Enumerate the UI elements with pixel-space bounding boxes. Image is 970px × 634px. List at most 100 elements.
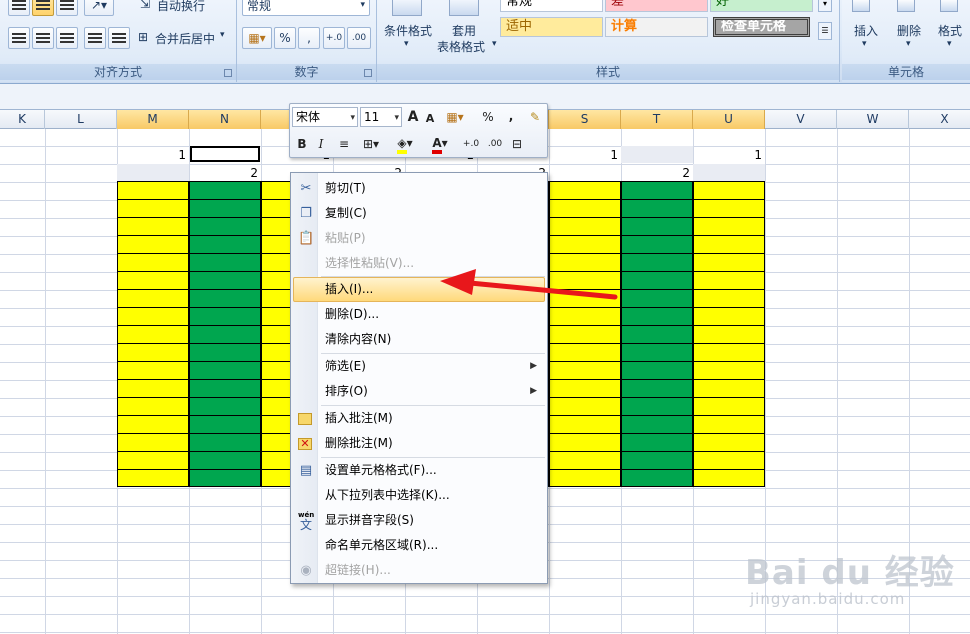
menu-item-delete-comment[interactable]: ✕ 删除批注(M) bbox=[293, 431, 545, 456]
cell-u1[interactable]: 1 bbox=[693, 146, 765, 164]
wrap-text-button[interactable]: 自动换行 bbox=[157, 0, 205, 14]
borders-icon[interactable]: ⊞▾ bbox=[358, 134, 384, 154]
number-launcher-icon[interactable] bbox=[364, 69, 372, 77]
format-cells-icon[interactable] bbox=[940, 0, 958, 12]
styles-scroll-up-icon[interactable]: ▾ bbox=[818, 0, 832, 12]
merge-cells-icon[interactable]: ⊟ bbox=[508, 134, 526, 154]
align-middle-button[interactable] bbox=[32, 0, 54, 16]
format-cells-button[interactable]: 格式 bbox=[938, 22, 962, 39]
column-header-s[interactable]: S bbox=[549, 110, 621, 129]
style-neutral[interactable]: 适中 bbox=[500, 17, 603, 37]
increase-indent-button[interactable] bbox=[108, 27, 130, 49]
number-format-select[interactable]: 常规 ▾ bbox=[242, 0, 370, 16]
column-header-v[interactable]: V bbox=[765, 110, 837, 129]
decrease-indent-button[interactable] bbox=[84, 27, 106, 49]
cell-border bbox=[693, 415, 765, 416]
table-format-dropdown-icon[interactable]: ▾ bbox=[492, 39, 497, 49]
font-size-select[interactable]: 11 ▾ bbox=[360, 107, 402, 127]
cell-t2[interactable]: 2 bbox=[621, 164, 693, 182]
cell-s1[interactable]: 1 bbox=[549, 146, 621, 164]
column-header-w[interactable]: W bbox=[837, 110, 909, 129]
insert-dropdown-icon[interactable]: ▾ bbox=[862, 39, 867, 49]
merge-center-icon[interactable]: ⊞ bbox=[138, 30, 148, 44]
menu-item-copy[interactable]: ❐ 复制(C) bbox=[293, 201, 545, 226]
active-cell-n1[interactable] bbox=[190, 146, 260, 162]
fill-color-icon[interactable]: ◈▾ bbox=[390, 133, 420, 154]
bold-button[interactable]: B bbox=[294, 134, 310, 154]
mini-increase-decimal-button[interactable]: +.0 bbox=[460, 134, 482, 154]
menu-item-hyperlink[interactable]: ◉ 超链接(H)... bbox=[293, 558, 545, 583]
style-check-cell[interactable]: 检查单元格 bbox=[713, 17, 810, 37]
column-header-k[interactable]: K bbox=[0, 110, 45, 129]
increase-decimal-button[interactable]: +.0 bbox=[323, 27, 345, 49]
accounting-format-button[interactable]: ▦▾ bbox=[242, 27, 272, 49]
style-normal[interactable]: 常规 bbox=[500, 0, 603, 12]
align-center-button[interactable] bbox=[32, 27, 54, 49]
italic-button[interactable]: I bbox=[314, 134, 328, 154]
menu-item-define-name[interactable]: 命名单元格区域(R)... bbox=[293, 533, 545, 558]
align-top-button[interactable] bbox=[8, 0, 30, 16]
merge-center-button[interactable]: 合并后居中 bbox=[155, 30, 215, 47]
table-format-icon[interactable] bbox=[449, 0, 479, 16]
menu-item-format-cells[interactable]: ▤ 设置单元格格式(F)... bbox=[293, 458, 545, 483]
menu-item-pick-from-list[interactable]: 从下拉列表中选择(K)... bbox=[293, 483, 545, 508]
styles-more-icon[interactable]: ☰ bbox=[818, 22, 832, 40]
orientation-button[interactable]: ↗▾ bbox=[84, 0, 114, 16]
delete-cells-button[interactable]: 删除 bbox=[897, 22, 921, 39]
conditional-format-button[interactable]: 条件格式 bbox=[384, 22, 432, 39]
column-header-u[interactable]: U bbox=[693, 110, 765, 129]
cell-border bbox=[621, 199, 693, 200]
grow-font-button[interactable]: A bbox=[405, 107, 421, 127]
menu-item-show-phonetic[interactable]: wén 文 显示拼音字段(S) bbox=[293, 508, 545, 533]
cell-border bbox=[549, 343, 621, 344]
align-bottom-button[interactable] bbox=[56, 0, 78, 16]
percent-style-button[interactable]: % bbox=[274, 27, 296, 49]
style-calculation[interactable]: 计算 bbox=[605, 17, 708, 37]
align-left-button[interactable] bbox=[8, 27, 30, 49]
style-bad[interactable]: 差 bbox=[605, 0, 708, 12]
font-color-button[interactable]: A▾ bbox=[426, 133, 454, 154]
shrink-font-button[interactable]: A bbox=[423, 109, 437, 129]
cell-border bbox=[621, 433, 693, 434]
table-format-line1[interactable]: 套用 bbox=[452, 22, 476, 39]
column-header-m[interactable]: M bbox=[117, 110, 189, 129]
alignment-launcher-icon[interactable] bbox=[224, 69, 232, 77]
conditional-format-dropdown-icon[interactable]: ▾ bbox=[404, 39, 409, 49]
percent-button[interactable]: % bbox=[480, 107, 496, 127]
comma-style-button[interactable]: , bbox=[298, 27, 320, 49]
column-header-x[interactable]: X bbox=[909, 110, 970, 129]
font-name-select[interactable]: 宋体 ▾ bbox=[292, 107, 358, 127]
insert-cells-button[interactable]: 插入 bbox=[854, 22, 878, 39]
column-header-l[interactable]: L bbox=[45, 110, 117, 129]
decrease-decimal-button[interactable]: .00 bbox=[347, 27, 371, 49]
wrap-text-icon[interactable]: ⇲ bbox=[140, 0, 150, 11]
delete-cells-icon[interactable] bbox=[897, 0, 915, 12]
menu-item-cut[interactable]: ✂ 剪切(T) bbox=[293, 176, 545, 201]
column-header-t[interactable]: T bbox=[621, 110, 693, 129]
insert-cells-icon[interactable] bbox=[852, 0, 870, 12]
colored-column-t bbox=[621, 181, 693, 487]
menu-item-filter[interactable]: 筛选(E) ▶ bbox=[293, 354, 545, 379]
cell-m1[interactable]: 1 bbox=[117, 146, 189, 164]
comma-button[interactable]: , bbox=[505, 106, 517, 126]
format-dropdown-icon[interactable]: ▾ bbox=[947, 39, 952, 49]
format-style-icon[interactable]: ▦▾ bbox=[440, 107, 470, 127]
table-format-line2[interactable]: 表格格式 bbox=[437, 38, 485, 55]
column-header-n[interactable]: N bbox=[189, 110, 261, 129]
delete-dropdown-icon[interactable]: ▾ bbox=[906, 39, 911, 49]
merge-dropdown-icon[interactable]: ▾ bbox=[220, 30, 225, 40]
menu-item-insert-comment[interactable]: 插入批注(M) bbox=[293, 406, 545, 431]
menu-item-clear-contents[interactable]: 清除内容(N) bbox=[293, 327, 545, 352]
style-good[interactable]: 好 bbox=[710, 0, 813, 12]
alignment-group-label: 对齐方式 bbox=[0, 64, 236, 80]
menu-item-paste[interactable]: 📋 粘贴(P) bbox=[293, 226, 545, 251]
cell-n2[interactable]: 2 bbox=[189, 164, 261, 182]
center-align-icon[interactable]: ≡ bbox=[336, 134, 352, 154]
conditional-format-icon[interactable] bbox=[392, 0, 422, 16]
mini-decrease-decimal-button[interactable]: .00 bbox=[484, 134, 506, 154]
format-painter-icon[interactable]: ✎ bbox=[526, 107, 544, 127]
cells-group-label: 单元格 bbox=[842, 64, 970, 80]
menu-item-sort[interactable]: 排序(O) ▶ bbox=[293, 379, 545, 404]
align-right-button[interactable] bbox=[56, 27, 78, 49]
cell-border bbox=[549, 433, 621, 434]
